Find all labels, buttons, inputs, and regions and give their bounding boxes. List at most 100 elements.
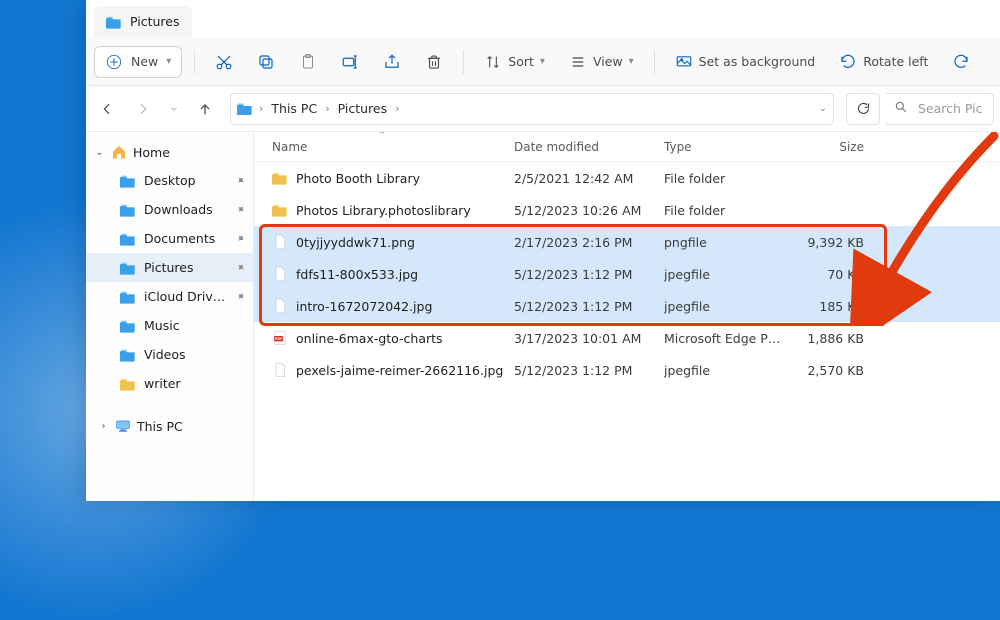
rotate-right-button[interactable] bbox=[944, 46, 972, 78]
back-button[interactable] bbox=[92, 94, 122, 124]
new-button[interactable]: New ▾ bbox=[94, 46, 182, 78]
file-type: File folder bbox=[664, 171, 794, 186]
file-name: online-6max-gto-charts bbox=[296, 331, 443, 346]
breadcrumb-this-pc[interactable]: This PC bbox=[269, 101, 319, 116]
sidebar-item-label: iCloud Drive (Mac) bbox=[144, 289, 228, 304]
chevron-down-icon: ▾ bbox=[166, 56, 171, 67]
file-size: 2,570 KB bbox=[794, 363, 874, 378]
sidebar-item-pictures[interactable]: Pictures ✦ bbox=[86, 253, 253, 282]
file-row[interactable]: PDFonline-6max-gto-charts3/17/2023 10:01… bbox=[254, 322, 1000, 354]
file-type: pngfile bbox=[664, 235, 794, 250]
paste-icon bbox=[299, 53, 317, 71]
cut-icon bbox=[215, 53, 233, 71]
window-tab[interactable]: Pictures bbox=[94, 6, 192, 38]
col-size-header[interactable]: Size bbox=[794, 140, 874, 154]
toolbar-separator bbox=[654, 50, 655, 74]
toolbar: New ▾ bbox=[86, 38, 1000, 86]
copy-button[interactable] bbox=[249, 46, 283, 78]
col-name-header[interactable]: Name bbox=[254, 140, 514, 154]
file-name: intro-1672072042.jpg bbox=[296, 299, 432, 314]
home-icon bbox=[111, 144, 127, 160]
breadcrumb[interactable]: › This PC › Pictures › ⌄ bbox=[230, 93, 834, 125]
pictures-folder-icon bbox=[237, 101, 253, 117]
view-button[interactable]: View ▾ bbox=[561, 46, 642, 78]
breadcrumb-sep: › bbox=[257, 102, 265, 115]
folder-icon bbox=[120, 289, 136, 305]
sort-button[interactable]: Sort ▾ bbox=[476, 46, 553, 78]
sidebar-item-label: writer bbox=[144, 376, 181, 391]
body: ⌄ Home Desktop✦Downloads✦Documents✦Pictu… bbox=[86, 132, 1000, 501]
caret-right-icon: › bbox=[98, 421, 109, 432]
file-type: jpegfile bbox=[664, 299, 794, 314]
file-date: 2/5/2021 12:42 AM bbox=[514, 171, 664, 186]
share-icon bbox=[383, 53, 401, 71]
sidebar: ⌄ Home Desktop✦Downloads✦Documents✦Pictu… bbox=[86, 132, 254, 501]
sidebar-item-icloud-drive-mac-[interactable]: iCloud Drive (Mac)✦ bbox=[86, 282, 253, 311]
search-input[interactable] bbox=[916, 100, 985, 117]
sort-indicator-up-icon: ⌃ bbox=[378, 132, 386, 139]
file-row[interactable]: intro-1672072042.jpg5/12/2023 1:12 PMjpe… bbox=[254, 290, 1000, 322]
sidebar-item-writer[interactable]: writer bbox=[86, 369, 253, 398]
refresh-button[interactable] bbox=[846, 93, 880, 125]
sidebar-item-music[interactable]: Music bbox=[86, 311, 253, 340]
set-as-background-button[interactable]: Set as background bbox=[667, 46, 824, 78]
file-row[interactable]: fdfs11-800x533.jpg5/12/2023 1:12 PMjpegf… bbox=[254, 258, 1000, 290]
rotate-left-label: Rotate left bbox=[863, 54, 928, 69]
col-type-header[interactable]: Type bbox=[664, 140, 794, 154]
paste-button[interactable] bbox=[291, 46, 325, 78]
file-row[interactable]: Photo Booth Library 2/5/2021 12:42 AMFile… bbox=[254, 162, 1000, 194]
sidebar-item-documents[interactable]: Documents✦ bbox=[86, 224, 253, 253]
file-row[interactable]: pexels-jaime-reimer-2662116.jpg5/12/2023… bbox=[254, 354, 1000, 386]
file-icon bbox=[272, 298, 288, 314]
caret-down-icon: ⌄ bbox=[94, 147, 105, 158]
file-rows: Photo Booth Library2/5/2021 12:42 AMFile… bbox=[254, 162, 1000, 386]
file-icon bbox=[272, 266, 288, 282]
sidebar-item-videos[interactable]: Videos bbox=[86, 340, 253, 369]
rename-button[interactable] bbox=[333, 46, 367, 78]
folder-icon bbox=[272, 202, 288, 218]
sidebar-item-downloads[interactable]: Downloads✦ bbox=[86, 195, 253, 224]
search-box[interactable] bbox=[886, 93, 994, 125]
pin-icon: ✦ bbox=[233, 260, 248, 276]
wallpaper-icon bbox=[675, 53, 693, 71]
chevron-down-icon[interactable]: ⌄ bbox=[819, 103, 827, 114]
up-button[interactable] bbox=[190, 94, 220, 124]
sidebar-item-desktop[interactable]: Desktop✦ bbox=[86, 166, 253, 195]
folder-icon bbox=[272, 170, 288, 186]
tab-title: Pictures bbox=[130, 14, 180, 29]
recent-locations-button[interactable] bbox=[164, 94, 184, 124]
breadcrumb-sep: › bbox=[393, 102, 401, 115]
sidebar-this-pc-label: This PC bbox=[137, 419, 183, 434]
delete-button[interactable] bbox=[417, 46, 451, 78]
svg-text:PDF: PDF bbox=[275, 336, 284, 341]
breadcrumb-pictures[interactable]: Pictures bbox=[336, 101, 390, 116]
column-headers: Name Date modified Type Size bbox=[254, 132, 1000, 162]
col-size-label: Size bbox=[839, 140, 864, 154]
file-name: Photo Booth Library bbox=[296, 171, 420, 186]
sidebar-this-pc[interactable]: › This PC bbox=[86, 412, 253, 440]
breadcrumb-sep: › bbox=[323, 102, 331, 115]
file-row[interactable]: Photos Library.photoslibrary5/12/2023 10… bbox=[254, 194, 1000, 226]
copy-icon bbox=[257, 53, 275, 71]
col-name-label: Name bbox=[272, 140, 307, 154]
forward-button[interactable] bbox=[128, 94, 158, 124]
new-label: New bbox=[131, 54, 158, 69]
view-icon bbox=[569, 53, 587, 71]
file-name: fdfs11-800x533.jpg bbox=[296, 267, 418, 282]
file-type: jpegfile bbox=[664, 267, 794, 282]
sidebar-home[interactable]: ⌄ Home bbox=[86, 138, 253, 166]
file-size: 185 KB bbox=[794, 299, 874, 314]
col-date-header[interactable]: Date modified bbox=[514, 140, 664, 154]
this-pc-icon bbox=[115, 418, 131, 434]
sidebar-item-label: Pictures bbox=[144, 260, 194, 275]
file-type: File folder bbox=[664, 203, 794, 218]
share-button[interactable] bbox=[375, 46, 409, 78]
sidebar-item-label: Downloads bbox=[144, 202, 213, 217]
file-type: Microsoft Edge P… bbox=[664, 331, 794, 346]
pin-icon: ✦ bbox=[233, 173, 248, 189]
file-row[interactable]: 0tyjjyyddwk71.png2/17/2023 2:16 PMpngfil… bbox=[254, 226, 1000, 258]
rotate-left-button[interactable]: Rotate left bbox=[831, 46, 936, 78]
toolbar-separator bbox=[463, 50, 464, 74]
cut-button[interactable] bbox=[207, 46, 241, 78]
sort-icon bbox=[484, 53, 502, 71]
